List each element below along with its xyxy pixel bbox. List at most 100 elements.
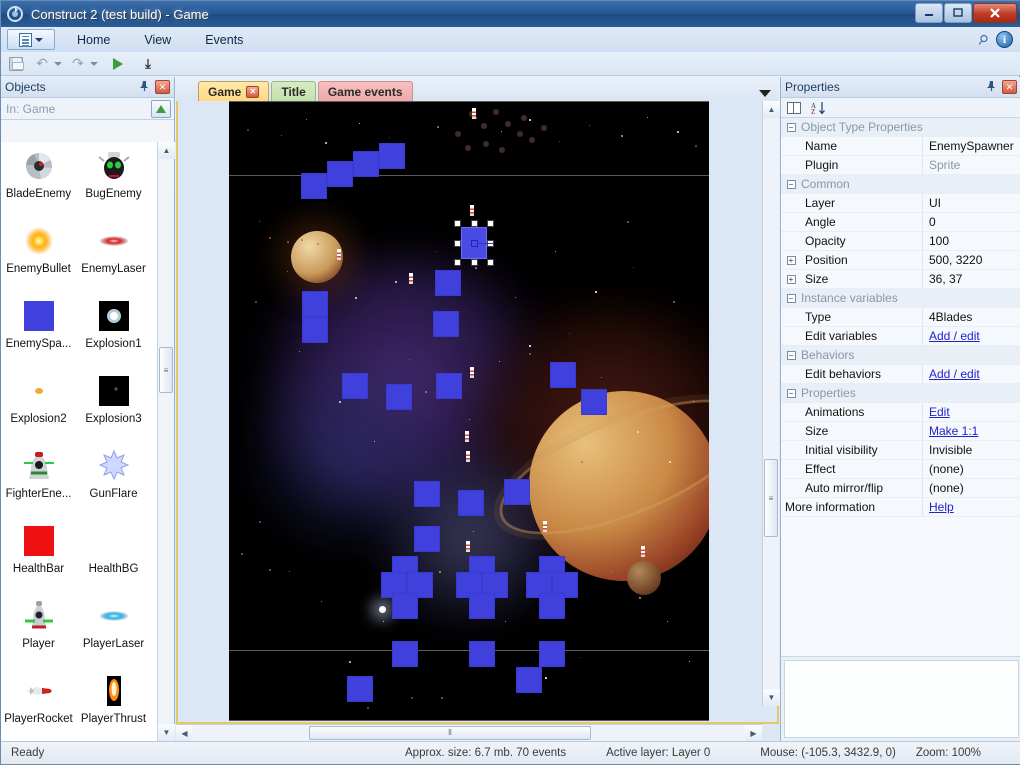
more-information-value[interactable]: Help <box>923 498 1020 516</box>
sprite-instance[interactable] <box>516 667 542 693</box>
property-row-opacity[interactable]: Opacity 100 <box>781 232 1020 251</box>
redo-icon[interactable]: ↷ <box>67 54 89 74</box>
object-item-enemylaser[interactable]: EnemyLaser <box>76 217 151 292</box>
property-link[interactable]: Edit <box>929 405 950 419</box>
sprite-instance[interactable] <box>469 593 495 619</box>
layout-horizontal-scrollbar[interactable]: ◀ ⦀ ▶ <box>176 724 762 742</box>
property-value[interactable]: 0 <box>923 213 1020 231</box>
minimize-button[interactable] <box>915 3 943 23</box>
property-row-edit-variables[interactable]: Edit variables Add / edit <box>781 327 1020 346</box>
sprite-instance[interactable] <box>353 151 379 177</box>
sprite-instance[interactable] <box>347 676 373 702</box>
object-item-playerthrust[interactable]: PlayerThrust <box>76 667 151 741</box>
property-value[interactable]: 500, 3220 <box>923 251 1020 269</box>
collapse-icon[interactable]: − <box>781 289 801 307</box>
property-value[interactable]: 36, 37 <box>923 270 1020 288</box>
property-value[interactable]: Invisible <box>923 441 1020 459</box>
save-icon[interactable] <box>5 54 27 74</box>
rocket-instance[interactable] <box>337 249 341 260</box>
property-row-plugin[interactable]: Plugin Sprite <box>781 156 1020 175</box>
undo-icon[interactable]: ↶ <box>31 54 53 74</box>
objects-scrollbar[interactable]: ▲ ≡ ▼ <box>157 142 175 741</box>
scroll-down-arrow-icon[interactable]: ▼ <box>158 724 175 741</box>
sprite-instance[interactable] <box>414 526 440 552</box>
property-link[interactable]: Make 1:1 <box>929 424 978 438</box>
sprite-instance[interactable] <box>436 373 462 399</box>
property-row-auto-mirror-flip[interactable]: Auto mirror/flip (none) <box>781 479 1020 498</box>
property-row-effect[interactable]: Effect (none) <box>781 460 1020 479</box>
property-value[interactable]: (none) <box>923 460 1020 478</box>
sprite-instance[interactable] <box>435 270 461 296</box>
rocket-instance[interactable] <box>543 521 547 532</box>
pin-icon[interactable] <box>986 80 997 95</box>
undo-dropdown-icon[interactable] <box>53 54 63 74</box>
run-layout-icon[interactable] <box>107 54 129 74</box>
property-value[interactable]: 4Blades <box>923 308 1020 326</box>
resize-handle[interactable] <box>487 220 494 227</box>
vertical-scroll-thumb[interactable]: ≡ <box>764 459 778 537</box>
property-value[interactable]: Make 1:1 <box>923 422 1020 440</box>
property-value[interactable]: EnemySpawner <box>923 137 1020 155</box>
sprite-instance[interactable] <box>301 173 327 199</box>
sprite-instance[interactable] <box>386 384 412 410</box>
object-item-bladeenemy[interactable]: BladeEnemy <box>1 142 76 217</box>
info-icon[interactable]: i <box>996 31 1013 48</box>
resize-handle[interactable] <box>454 239 461 247</box>
property-row-angle[interactable]: Angle 0 <box>781 213 1020 232</box>
property-row-initial-visibility[interactable]: Initial visibility Invisible <box>781 441 1020 460</box>
scroll-down-arrow-icon[interactable]: ▼ <box>763 689 780 706</box>
sprite-instance[interactable] <box>379 143 405 169</box>
resize-handle[interactable] <box>454 220 461 227</box>
object-item-fighterene-[interactable]: FighterEne... <box>1 442 76 517</box>
menu-item-view[interactable]: View <box>132 30 183 50</box>
sprite-instance[interactable] <box>539 641 565 667</box>
property-value[interactable]: (none) <box>923 479 1020 497</box>
resize-handle[interactable] <box>470 220 478 227</box>
sprite-instance[interactable] <box>392 593 418 619</box>
sprite-instance[interactable] <box>342 373 368 399</box>
object-item-bugenemy[interactable]: BugEnemy <box>76 142 151 217</box>
rocket-instance[interactable] <box>641 546 645 557</box>
property-row-size[interactable]: + Size 36, 37 <box>781 270 1020 289</box>
rocket-instance[interactable] <box>470 367 474 378</box>
tab-game-events[interactable]: Game events <box>317 81 413 101</box>
object-item-gunflare[interactable]: GunFlare <box>76 442 151 517</box>
property-link[interactable]: Add / edit <box>929 367 980 381</box>
scroll-up-arrow-icon[interactable]: ▲ <box>158 142 175 159</box>
property-row-layer[interactable]: Layer UI <box>781 194 1020 213</box>
layout-canvas[interactable] <box>229 101 709 721</box>
rocket-instance[interactable] <box>466 451 470 462</box>
tab-game[interactable]: Game ✕ <box>198 81 270 101</box>
up-folder-button[interactable] <box>151 99 171 118</box>
property-value[interactable]: Sprite <box>923 156 1020 174</box>
property-group-instance-variables[interactable]: − Instance variables <box>781 289 1020 308</box>
menu-item-events[interactable]: Events <box>193 30 255 50</box>
property-group-properties[interactable]: − Properties <box>781 384 1020 403</box>
objects-grid[interactable]: BladeEnemy BugEnemy EnemyBullet EnemyLaser E… <box>1 142 157 741</box>
properties-list[interactable]: − Object Type Properties Name EnemySpawner P… <box>781 118 1020 517</box>
tab-close-icon[interactable]: ✕ <box>246 85 260 98</box>
layout-viewport[interactable] <box>176 101 779 724</box>
resize-handle[interactable] <box>454 259 461 266</box>
object-item-explosion2[interactable]: Explosion2 <box>1 367 76 442</box>
object-item-explosion1[interactable]: Explosion1 <box>76 292 151 367</box>
collapse-icon[interactable]: − <box>781 346 801 364</box>
file-menu-button[interactable] <box>7 29 55 50</box>
sprite-instance[interactable] <box>539 593 565 619</box>
rocket-instance[interactable] <box>465 431 469 442</box>
sprite-instance[interactable] <box>327 161 353 187</box>
object-item-playerrocket[interactable]: PlayerRocket <box>1 667 76 741</box>
property-value[interactable]: Add / edit <box>923 365 1020 383</box>
sprite-instance[interactable] <box>302 317 328 343</box>
collapse-icon[interactable]: − <box>781 118 801 136</box>
property-row-more-information[interactable]: More information Help <box>781 498 1020 517</box>
rocket-instance[interactable] <box>472 108 476 119</box>
property-row-size[interactable]: Size Make 1:1 <box>781 422 1020 441</box>
sprite-instance[interactable] <box>458 490 484 516</box>
layout-vertical-scrollbar[interactable]: ▲ ≡ ▼ <box>762 101 780 706</box>
sprite-instance[interactable] <box>392 641 418 667</box>
customize-toolbar-icon[interactable]: ⤓ <box>137 54 159 74</box>
scroll-left-arrow-icon[interactable]: ◀ <box>176 725 193 742</box>
object-item-player[interactable]: Player <box>1 592 76 667</box>
expand-icon[interactable]: + <box>781 270 801 288</box>
